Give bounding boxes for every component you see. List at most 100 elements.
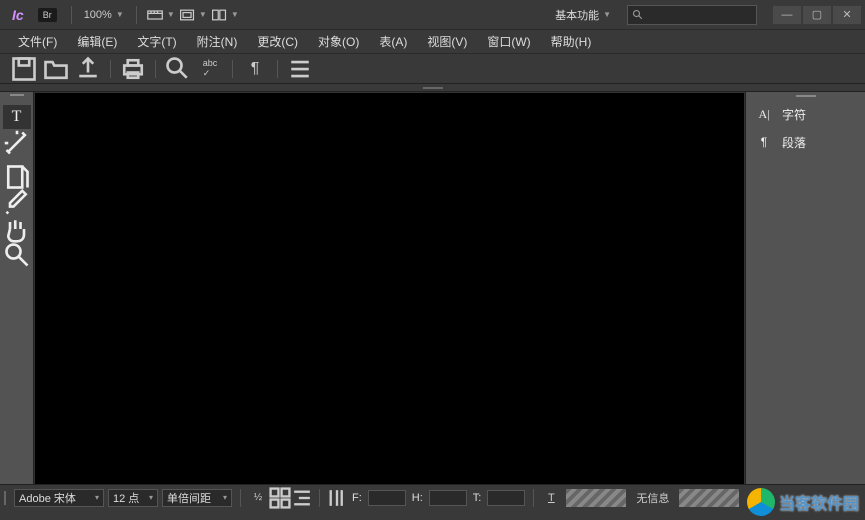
menu-text[interactable]: 文字(T) bbox=[127, 33, 186, 50]
separator bbox=[110, 60, 111, 78]
vertical-text-button[interactable] bbox=[326, 488, 348, 508]
option-bar: abc✓ ¶ bbox=[0, 54, 865, 84]
drag-handle[interactable] bbox=[4, 485, 12, 510]
chevron-down-icon: ▼ bbox=[199, 10, 207, 19]
watermark-text: 当客软件园 bbox=[779, 490, 859, 514]
workspace-selector[interactable]: 基本功能 ▼ bbox=[547, 7, 619, 23]
fraction-button[interactable]: ½ bbox=[247, 488, 269, 508]
menu-file[interactable]: 文件(F) bbox=[8, 33, 67, 50]
menu-notes[interactable]: 附注(N) bbox=[187, 33, 248, 50]
tool-panel: T bbox=[0, 92, 34, 486]
wand-icon bbox=[3, 129, 31, 157]
panel-label: 段落 bbox=[782, 134, 806, 151]
save-button[interactable] bbox=[10, 57, 38, 81]
eyedropper-icon bbox=[3, 189, 31, 217]
folder-open-icon bbox=[42, 55, 70, 83]
spellcheck-icon: abc✓ bbox=[203, 58, 218, 79]
panel-drag-handle[interactable] bbox=[746, 92, 865, 100]
underline-icon: T bbox=[548, 492, 555, 504]
bridge-badge[interactable]: Br bbox=[38, 8, 57, 22]
find-button[interactable] bbox=[164, 57, 192, 81]
character-panel-tab[interactable]: A| 字符 bbox=[746, 100, 865, 128]
menu-view[interactable]: 视图(V) bbox=[417, 33, 477, 50]
h-field[interactable] bbox=[429, 490, 467, 506]
arrange-button[interactable]: ▼ bbox=[211, 4, 239, 26]
expand-handle[interactable] bbox=[0, 84, 865, 92]
t-label: T: bbox=[473, 492, 482, 504]
separator bbox=[240, 489, 241, 507]
document-canvas[interactable] bbox=[34, 92, 745, 486]
zoom-level-dropdown[interactable]: 100% ▼ bbox=[84, 9, 124, 21]
size-value: 12 点 bbox=[113, 490, 139, 506]
zoom-tool[interactable] bbox=[3, 243, 31, 267]
screen-mode-button[interactable]: ▼ bbox=[179, 4, 207, 26]
chevron-down-icon: ▼ bbox=[116, 10, 124, 19]
type-tool[interactable]: T bbox=[3, 105, 31, 129]
maximize-button[interactable]: ▢ bbox=[803, 6, 831, 24]
grid-button[interactable] bbox=[269, 488, 291, 508]
menu-window[interactable]: 窗口(W) bbox=[477, 33, 540, 50]
menu-table[interactable]: 表(A) bbox=[369, 33, 417, 50]
h-label: H: bbox=[412, 492, 423, 504]
export-button[interactable] bbox=[74, 57, 102, 81]
chevron-down-icon: ▾ bbox=[149, 493, 153, 502]
hand-tool[interactable] bbox=[3, 217, 31, 241]
watermark: 当客软件园 bbox=[741, 484, 865, 520]
chevron-down-icon: ▼ bbox=[167, 10, 175, 19]
right-panel-dock: A| 字符 ¶ 段落 bbox=[745, 92, 865, 486]
panel-drag-handle[interactable] bbox=[0, 94, 33, 100]
search-icon bbox=[164, 55, 192, 83]
note-icon bbox=[3, 163, 31, 191]
title-bar: Ic Br 100% ▼ ▼ ▼ ▼ 基本功能 ▼ — ▢ ✕ bbox=[0, 0, 865, 30]
magnifier-icon bbox=[3, 241, 31, 269]
separator bbox=[155, 60, 156, 78]
search-icon bbox=[632, 9, 644, 21]
menu-edit[interactable]: 编辑(E) bbox=[67, 33, 127, 50]
menu-changes[interactable]: 更改(C) bbox=[247, 33, 308, 50]
panel-label: 字符 bbox=[782, 106, 806, 123]
screen-icon bbox=[179, 7, 195, 23]
chevron-down-icon: ▼ bbox=[603, 10, 611, 19]
spellcheck-button[interactable]: abc✓ bbox=[196, 57, 224, 81]
print-button[interactable] bbox=[119, 57, 147, 81]
chevron-down-icon: ▾ bbox=[223, 493, 227, 502]
print-icon bbox=[119, 55, 147, 83]
t-field[interactable] bbox=[487, 490, 525, 506]
open-button[interactable] bbox=[42, 57, 70, 81]
pilcrow-icon: ¶ bbox=[251, 60, 260, 78]
font-size-select[interactable]: 12 点 ▾ bbox=[108, 489, 158, 507]
grid-icon bbox=[269, 487, 291, 509]
underline-button[interactable]: T bbox=[540, 488, 562, 508]
list-button[interactable] bbox=[286, 57, 314, 81]
search-input[interactable] bbox=[627, 5, 757, 25]
f-field[interactable] bbox=[368, 490, 406, 506]
minimize-button[interactable]: — bbox=[773, 6, 801, 24]
pilcrow-button[interactable]: ¶ bbox=[241, 57, 269, 81]
menu-object[interactable]: 对象(O) bbox=[308, 33, 369, 50]
export-icon bbox=[74, 55, 102, 83]
font-family-select[interactable]: Adobe 宋体▾ bbox=[14, 489, 104, 507]
view-options-button[interactable]: ▼ bbox=[147, 4, 175, 26]
menu-help[interactable]: 帮助(H) bbox=[541, 33, 602, 50]
paragraph-panel-tab[interactable]: ¶ 段落 bbox=[746, 128, 865, 156]
stripe-indicator bbox=[679, 489, 739, 507]
stripe-indicator bbox=[566, 489, 626, 507]
eyedropper-tool[interactable] bbox=[3, 191, 31, 215]
indent-icon bbox=[291, 487, 313, 509]
save-icon bbox=[10, 55, 38, 83]
vertical-text-icon bbox=[326, 487, 348, 509]
indent-button[interactable] bbox=[291, 488, 313, 508]
close-button[interactable]: ✕ bbox=[833, 6, 861, 24]
filmstrip-icon bbox=[147, 7, 163, 23]
no-info-label: 无信息 bbox=[636, 490, 669, 506]
chevron-down-icon: ▾ bbox=[95, 493, 99, 502]
note-tool[interactable] bbox=[3, 165, 31, 189]
separator bbox=[71, 6, 72, 24]
hand-icon bbox=[3, 215, 31, 243]
pilcrow-icon: ¶ bbox=[756, 134, 772, 150]
leading-select[interactable]: 单倍间距▾ bbox=[162, 489, 232, 507]
app-logo: Ic bbox=[4, 7, 32, 23]
chevron-down-icon: ▼ bbox=[231, 10, 239, 19]
type-on-path-tool[interactable] bbox=[3, 131, 31, 155]
workspace-label: 基本功能 bbox=[555, 7, 599, 23]
